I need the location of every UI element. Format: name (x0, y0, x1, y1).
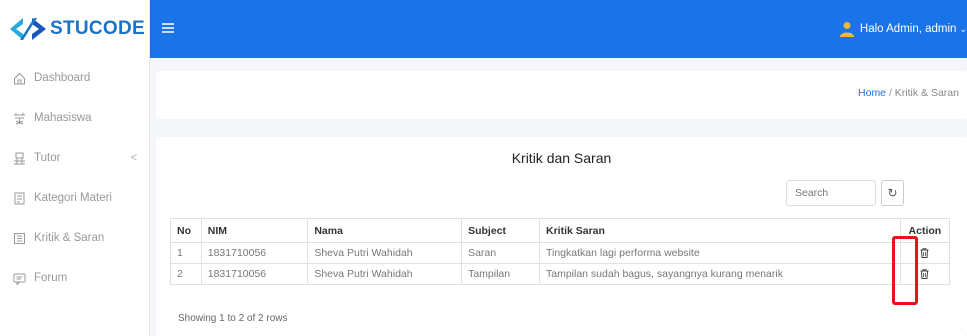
column-header-subject[interactable]: Subject (461, 218, 540, 243)
column-header-nama[interactable]: Nama (307, 218, 463, 243)
cell-no: 1 (170, 242, 202, 264)
home-icon (12, 71, 26, 85)
breadcrumb-separator: / (886, 87, 895, 99)
sidebar-item-label: Mahasiswa (34, 112, 92, 124)
sidebar-item-label: Tutor (34, 152, 61, 164)
sidebar: STUCODE Dashboard Mahasiswa Tutor < Kate… (0, 0, 150, 336)
table-row: 1 1831710056 Sheva Putri Wahidah Saran T… (170, 242, 951, 264)
sidebar-item-label: Dashboard (34, 72, 91, 84)
table-header-row: No NIM Nama Subject Kritik Saran Action (170, 218, 951, 243)
forum-icon (12, 271, 26, 285)
brand-name: STUCODE (50, 18, 145, 39)
sidebar-item-forum[interactable]: Forum (0, 258, 149, 298)
sidebar-item-mahasiswa[interactable]: Mahasiswa (0, 98, 149, 138)
code-brackets-icon (10, 18, 46, 40)
page-title: Kritik dan Saran (511, 150, 612, 166)
sidebar-item-dashboard[interactable]: Dashboard (0, 58, 149, 98)
user-avatar-icon (839, 22, 854, 37)
sidebar-item-kategori-materi[interactable]: Kategori Materi (0, 178, 149, 218)
category-icon (12, 191, 26, 205)
breadcrumb-home-link[interactable]: Home (858, 87, 886, 99)
chevron-left-icon[interactable]: < (131, 152, 137, 164)
feedback-icon (12, 231, 26, 245)
table-pagination-info: Showing 1 to 2 of 2 rows (178, 313, 288, 324)
cell-nama: Sheva Putri Wahidah (307, 263, 463, 285)
breadcrumb-card: Home / Kritik & Saran (156, 71, 967, 119)
column-header-kritik-saran[interactable]: Kritik Saran (538, 218, 901, 243)
user-greeting: Halo Admin, admin (859, 23, 957, 35)
refresh-icon: ↻ (887, 186, 898, 200)
sidebar-item-label: Kategori Materi (34, 192, 112, 204)
sidebar-item-label: Forum (34, 272, 68, 284)
tutor-icon (12, 151, 26, 165)
delete-icon[interactable] (920, 269, 929, 280)
sidebar-item-kritik-saran[interactable]: Kritik & Saran (0, 218, 149, 258)
cell-subject: Saran (461, 242, 540, 264)
search-input[interactable] (786, 180, 876, 206)
column-header-no[interactable]: No (170, 218, 202, 243)
column-header-nim[interactable]: NIM (200, 218, 309, 243)
cell-nama: Sheva Putri Wahidah (307, 242, 463, 264)
delete-icon[interactable] (920, 248, 929, 259)
action-highlight-box (892, 236, 918, 305)
cell-nim: 1831710056 (200, 263, 309, 285)
table-row: 2 1831710056 Sheva Putri Wahidah Tampila… (170, 263, 951, 285)
cell-no: 2 (170, 263, 202, 285)
sidebar-item-label: Kritik & Saran (34, 232, 105, 244)
cell-kritik-saran: Tampilan sudah bagus, sayangnya kurang m… (538, 263, 901, 285)
cell-nim: 1831710056 (200, 242, 309, 264)
sidebar-item-tutor[interactable]: Tutor < (0, 138, 149, 178)
cell-subject: Tampilan (461, 263, 540, 285)
refresh-button[interactable]: ↻ (881, 180, 904, 206)
menu-toggle-icon[interactable] (162, 23, 174, 33)
students-icon (12, 111, 26, 125)
breadcrumb: Home / Kritik & Saran (858, 87, 959, 99)
top-navbar: Halo Admin, admin ⌄ (150, 0, 967, 58)
cell-kritik-saran: Tingkatkan lagi performa website (538, 242, 901, 264)
chevron-down-icon: ⌄ (959, 23, 967, 34)
breadcrumb-current: Kritik & Saran (894, 87, 959, 99)
brand-logo[interactable]: STUCODE (0, 0, 149, 58)
feedback-card: Kritik dan Saran ↻ No NIM Nama Subject K… (156, 137, 967, 336)
feedback-table: No NIM Nama Subject Kritik Saran Action … (170, 218, 951, 285)
user-menu[interactable]: Halo Admin, admin ⌄ (839, 0, 967, 58)
